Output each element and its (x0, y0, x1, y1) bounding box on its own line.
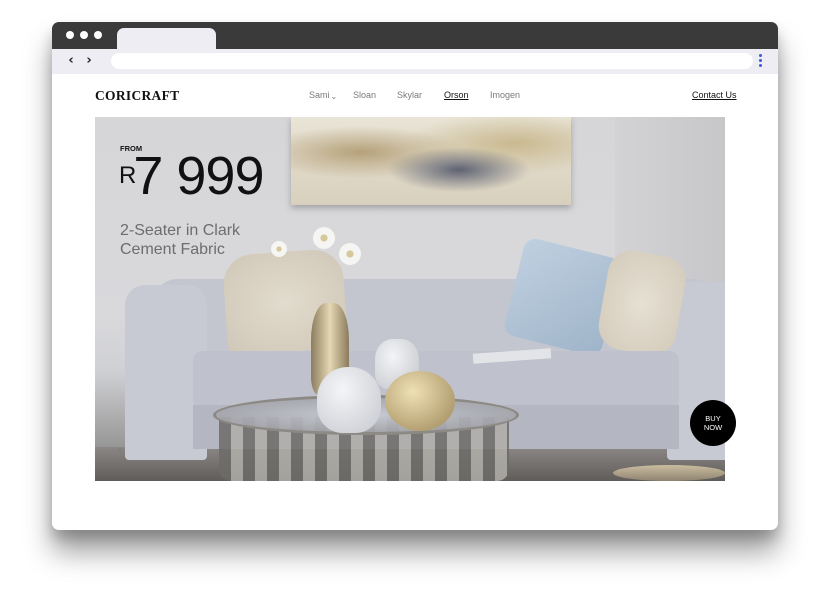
nav-item-sloan[interactable]: Sloan (353, 90, 376, 100)
minimize-window-dot[interactable] (80, 31, 88, 39)
browser-titlebar (52, 22, 778, 49)
buy-now-button[interactable]: BUY NOW (690, 400, 736, 446)
back-arrow-icon[interactable]: ‹ (64, 53, 78, 69)
price-currency: R (119, 162, 136, 189)
browser-toolbar: ‹ › (52, 49, 778, 74)
hero-banner: FROM R7 999 2-Seater in Clark Cement Fab… (95, 117, 725, 481)
price-value: 7 999 (133, 146, 264, 206)
contact-us-link[interactable]: Contact Us (692, 90, 737, 100)
nav-item-skylar[interactable]: Skylar (397, 90, 422, 100)
browser-window: ‹ › CORICRAFT Sami⌄ Sloan Skylar Orson I… (52, 22, 778, 530)
vase-image (385, 371, 455, 431)
nav-item-sami[interactable]: Sami⌄ (309, 90, 338, 101)
buy-now-label: NOW (703, 423, 723, 432)
nav-item-orson[interactable]: Orson (444, 90, 469, 100)
address-bar[interactable] (111, 53, 753, 69)
product-price: R7 999 (119, 146, 264, 206)
product-description-line: 2-Seater in Clark (120, 222, 241, 239)
chevron-down-icon: ⌄ (330, 92, 338, 101)
nav-item-imogen[interactable]: Imogen (490, 90, 520, 100)
product-description: 2-Seater in Clark Cement Fabric (120, 221, 290, 259)
brand-logo[interactable]: CORICRAFT (95, 88, 179, 104)
stage: ‹ › CORICRAFT Sami⌄ Sloan Skylar Orson I… (0, 0, 831, 613)
hero-painting-image (291, 117, 571, 205)
kebab-menu-icon[interactable] (758, 53, 764, 69)
buy-now-label: BUY (705, 414, 721, 423)
nav-item-label: Sami (309, 90, 330, 100)
browser-tab[interactable] (117, 28, 216, 49)
product-description-line: Cement Fabric (120, 241, 225, 258)
maximize-window-dot[interactable] (94, 31, 102, 39)
close-window-dot[interactable] (66, 31, 74, 39)
tray-image (613, 465, 725, 481)
forward-arrow-icon[interactable]: › (82, 53, 96, 69)
chevron-down-icon[interactable]: ⌄ (115, 442, 129, 453)
vase-image (317, 367, 381, 433)
